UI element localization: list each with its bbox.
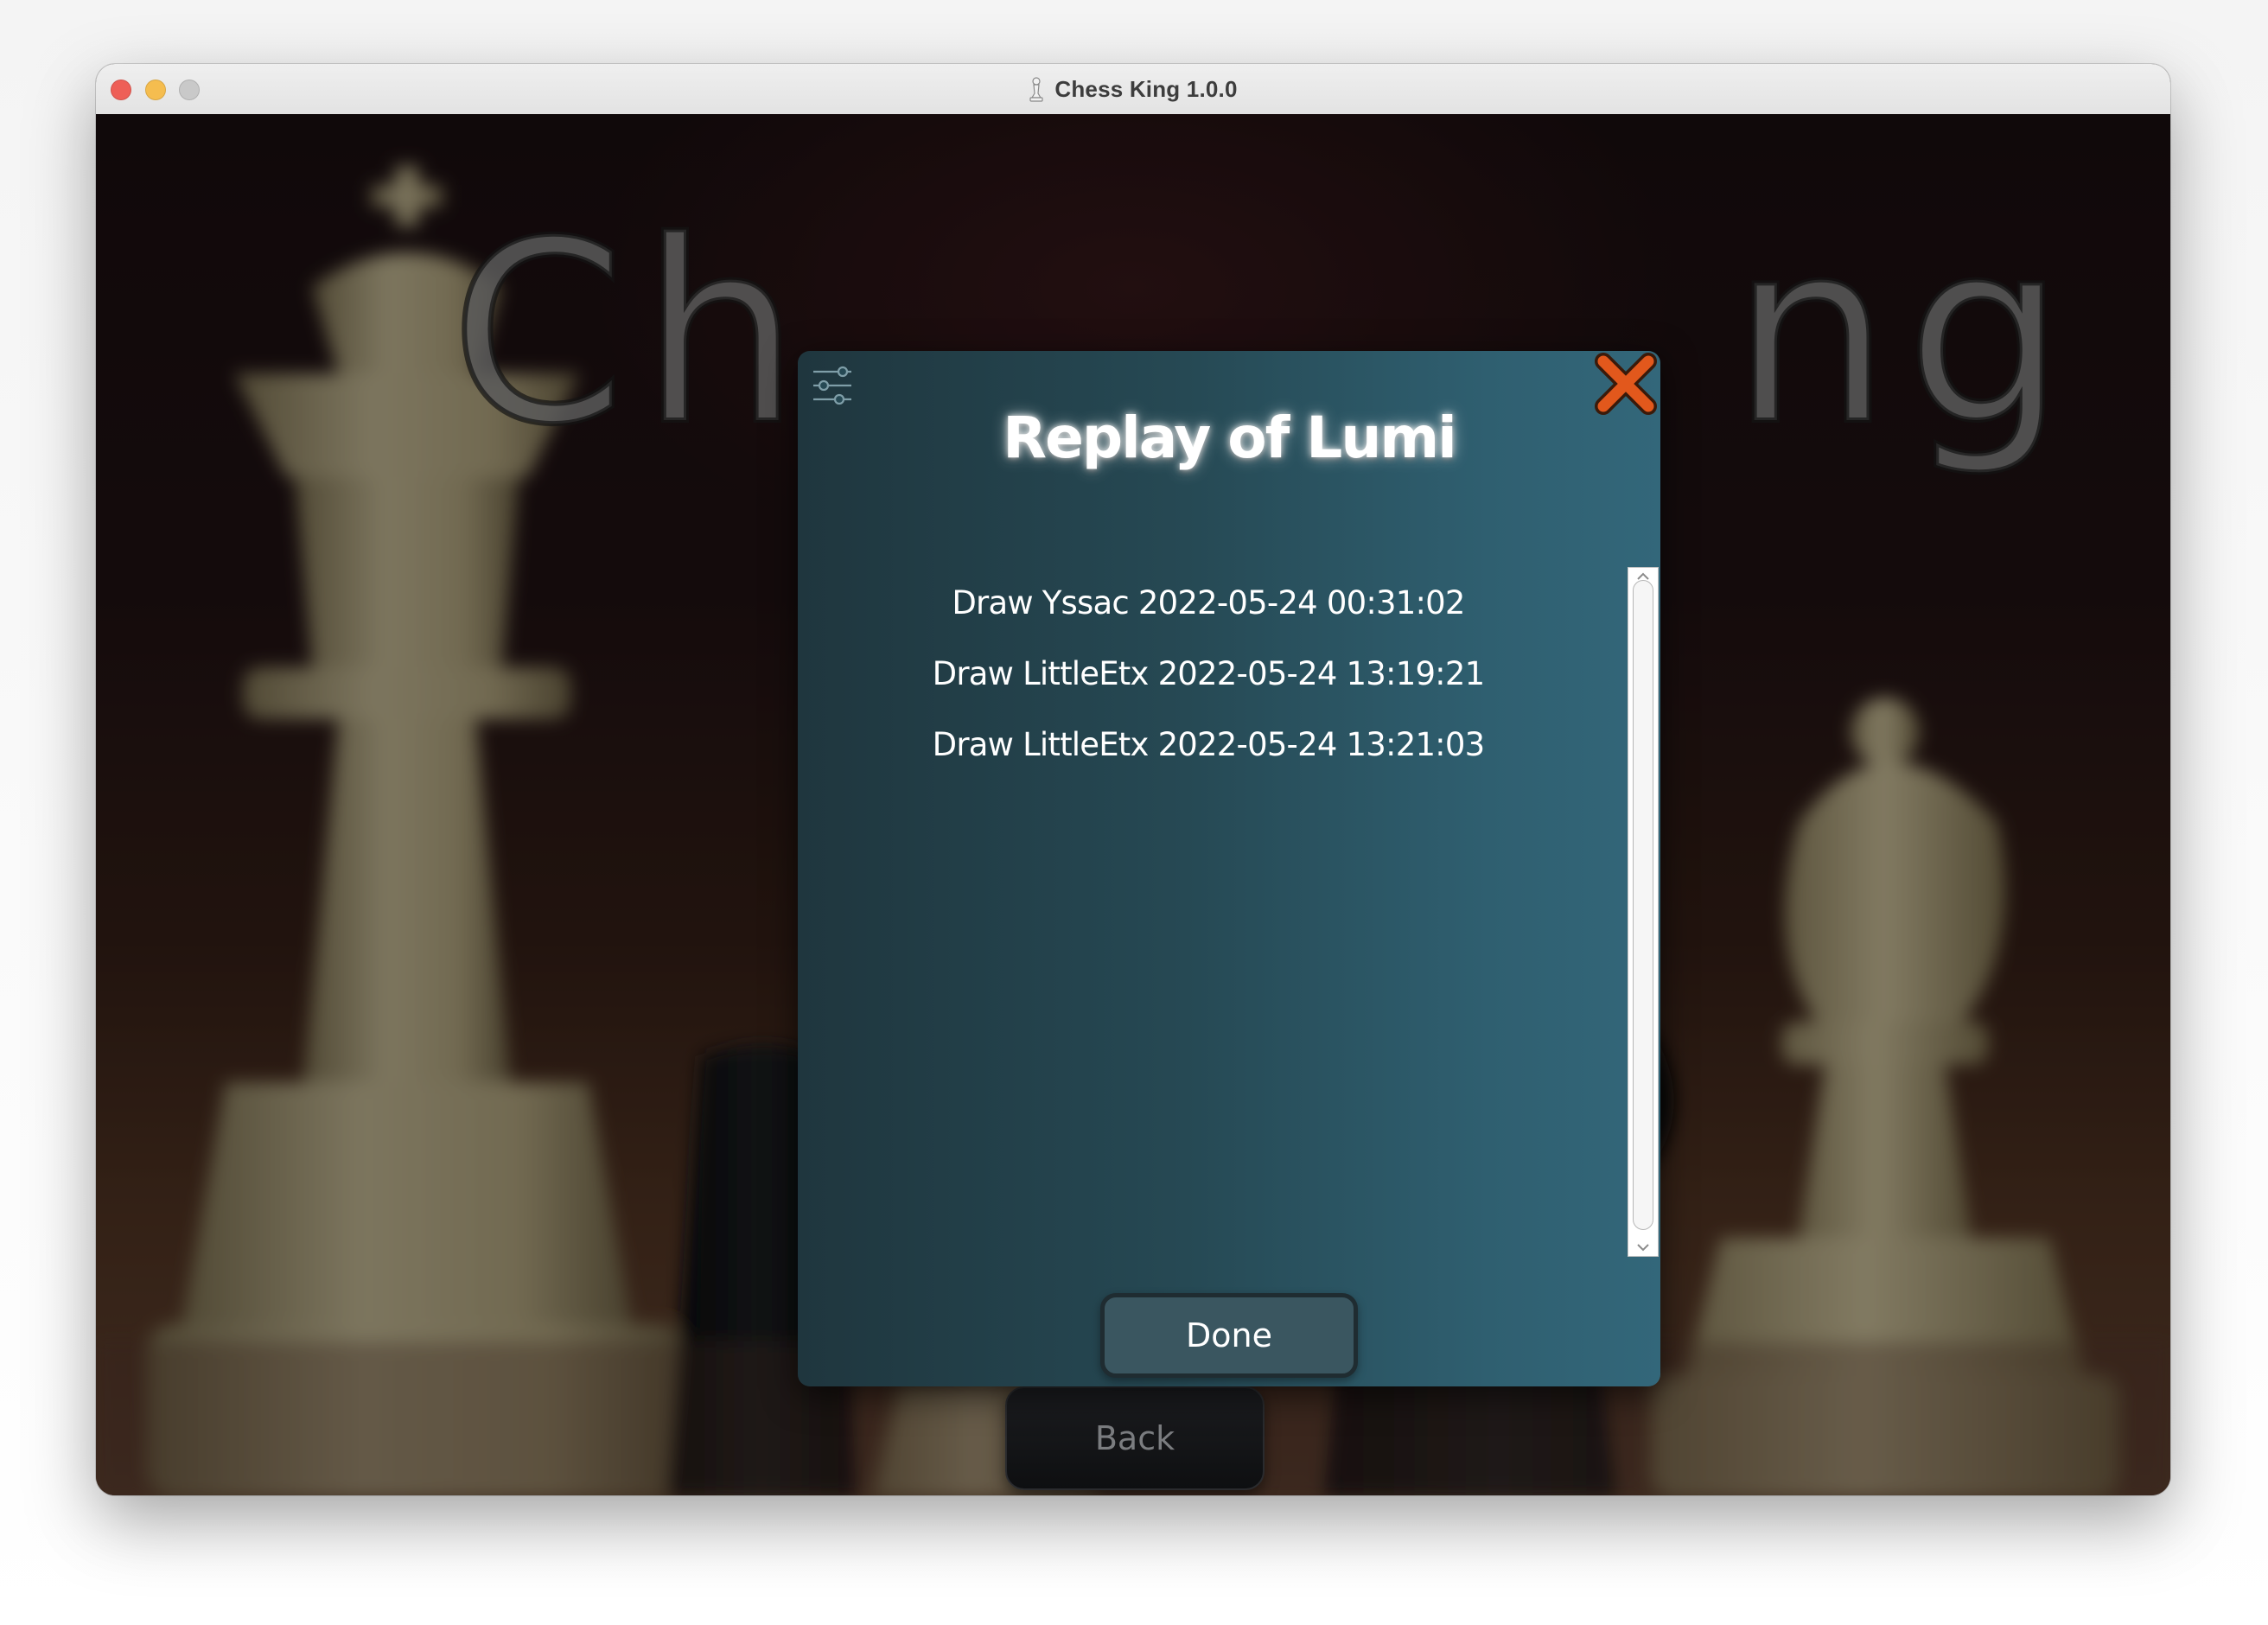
desktop: Chess King 1.0.0 Ch ng Back Replay of Lu…: [0, 0, 2268, 1625]
replay-list: Draw Yssac 2022-05-24 00:31:02 Draw Litt…: [832, 567, 1584, 1250]
list-item[interactable]: Draw Yssac 2022-05-24 00:31:02: [832, 567, 1584, 638]
background-title-right: ng: [1729, 188, 2081, 480]
window-title-group: Chess King 1.0.0: [1029, 76, 1237, 103]
list-item[interactable]: Draw LittleEtx 2022-05-24 13:21:03: [832, 709, 1584, 780]
title-bar[interactable]: Chess King 1.0.0: [96, 64, 2170, 115]
app-window: Chess King 1.0.0 Ch ng Back Replay of Lu…: [96, 64, 2170, 1495]
window-title: Chess King 1.0.0: [1054, 75, 1238, 102]
window-close-button[interactable]: [111, 80, 131, 100]
background-title-left: Ch: [448, 188, 816, 480]
dialog-title: Replay of Lumi: [1003, 405, 1456, 471]
done-button[interactable]: Done: [1100, 1293, 1358, 1378]
scrollbar-thumb[interactable]: [1633, 580, 1653, 1230]
menu-background: Ch ng Back Replay of Lumi Draw Yssac 202…: [96, 114, 2170, 1495]
chess-pawn-icon: [1029, 76, 1044, 102]
window-maximize-button[interactable]: [179, 80, 200, 100]
sliders-icon[interactable]: [810, 363, 855, 408]
window-minimize-button[interactable]: [145, 80, 166, 100]
scroll-down-arrow-icon[interactable]: [1628, 1239, 1658, 1256]
scrollbar[interactable]: [1628, 567, 1659, 1257]
replay-dialog: Replay of Lumi Draw Yssac 2022-05-24 00:…: [798, 351, 1660, 1386]
back-button[interactable]: Back: [1005, 1386, 1265, 1490]
list-item[interactable]: Draw LittleEtx 2022-05-24 13:19:21: [832, 638, 1584, 709]
